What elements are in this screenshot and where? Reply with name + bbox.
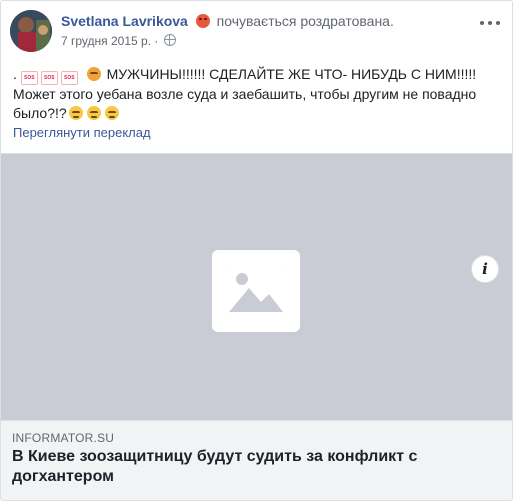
more-dots-icon [496, 21, 500, 25]
avatar-photo [10, 10, 52, 52]
feeling-text: почувається роздратована. [216, 13, 394, 29]
meta-separator: · [154, 34, 159, 48]
sos-emoji: SOS [20, 71, 38, 85]
avatar[interactable] [10, 10, 52, 52]
post-line-2: Может этого уебана возле суда и заебашит… [13, 86, 477, 121]
angry-face-icon [195, 14, 210, 28]
steam-face-icon [104, 106, 119, 120]
link-domain: INFORMATOR.SU [12, 431, 115, 445]
author-line: Svetlana Lavrikova почувається роздратов… [61, 13, 394, 29]
image-placeholder-icon [212, 250, 300, 332]
steam-face-icon [68, 106, 83, 120]
see-translation-link[interactable]: Переглянути переклад [13, 125, 151, 140]
post-lead: . [13, 66, 17, 82]
steam-face-icon [86, 106, 101, 120]
more-options-button[interactable] [480, 16, 500, 30]
post-card: Svetlana Lavrikova почувається роздратов… [0, 0, 513, 501]
author-name[interactable]: Svetlana Lavrikova [61, 13, 188, 29]
post-timestamp[interactable]: 7 грудня 2015 р. [61, 34, 151, 48]
post-meta: 7 грудня 2015 р. · [61, 34, 176, 48]
link-preview-image[interactable] [1, 153, 512, 420]
link-preview-caption[interactable]: INFORMATOR.SU В Киеве зоозащитницу будут… [1, 420, 512, 500]
image-icon [225, 264, 287, 316]
more-dots-icon [488, 21, 492, 25]
sos-emoji: SOS [60, 71, 78, 85]
info-icon[interactable]: i [471, 255, 499, 283]
post-header: Svetlana Lavrikova почувається роздратов… [10, 10, 512, 54]
angry-face-icon [86, 67, 101, 81]
globe-icon[interactable] [163, 34, 176, 46]
more-dots-icon [480, 21, 484, 25]
link-headline[interactable]: В Киеве зоозащитницу будут судить за кон… [12, 447, 482, 487]
post-line-1: МУЖЧИНЫ!!!!!! СДЕЛАЙТЕ ЖЕ ЧТО- НИБУДЬ С … [106, 66, 477, 82]
sos-emoji: SOS [40, 71, 58, 85]
post-body: . SOS SOS SOS МУЖЧИНЫ!!!!!! СДЕЛАЙТЕ ЖЕ ЧТ… [13, 65, 503, 123]
